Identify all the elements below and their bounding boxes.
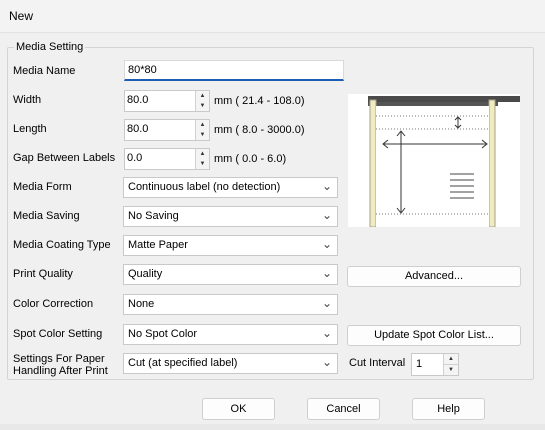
paper-handling-label: Settings For Paper Handling After Print [13, 353, 108, 377]
gap-range: mm ( 0.0 - 6.0) [214, 153, 287, 165]
media-form-label: Media Form [13, 181, 72, 193]
length-label: Length [13, 123, 47, 135]
media-name-label: Media Name [13, 65, 76, 77]
media-saving-label: Media Saving [13, 210, 80, 222]
chevron-down-icon: ⌄ [321, 355, 332, 369]
spot-color-select[interactable]: No Spot Color ⌄ [123, 324, 338, 345]
chevron-down-icon: ⌄ [321, 266, 332, 280]
spin-down-icon[interactable]: ▼ [196, 130, 209, 140]
chevron-down-icon: ⌄ [321, 326, 332, 340]
cut-interval-value: 1 [416, 358, 423, 370]
length-value: 80.0 [127, 123, 149, 135]
media-coating-select[interactable]: Matte Paper ⌄ [123, 235, 338, 256]
media-saving-value: No Saving [128, 210, 179, 222]
gap-value: 0.0 [127, 152, 143, 164]
media-form-value: Continuous label (no detection) [128, 181, 281, 193]
cancel-button[interactable]: Cancel [307, 398, 380, 420]
chevron-down-icon: ⌄ [321, 208, 332, 222]
paper-handling-select[interactable]: Cut (at specified label) ⌄ [123, 353, 338, 374]
chevron-down-icon: ⌄ [321, 237, 332, 251]
ok-button[interactable]: OK [202, 398, 275, 420]
gap-label: Gap Between Labels [13, 152, 116, 164]
update-spot-color-button[interactable]: Update Spot Color List... [347, 325, 521, 346]
footer-strip [0, 424, 545, 430]
advanced-button[interactable]: Advanced... [347, 266, 521, 287]
print-quality-value: Quality [128, 268, 163, 280]
paper-handling-label-line2: Handling After Print [13, 365, 108, 377]
print-quality-label: Print Quality [13, 268, 73, 280]
width-spinbox[interactable]: 80.0 ▲ ▼ [124, 90, 210, 112]
cut-interval-label: Cut Interval [349, 357, 406, 369]
spin-down-icon[interactable]: ▼ [196, 159, 209, 169]
spin-down-icon[interactable]: ▼ [196, 101, 209, 111]
width-range: mm ( 21.4 - 108.0) [214, 95, 305, 107]
chevron-down-icon: ⌄ [321, 296, 332, 310]
media-coating-label: Media Coating Type [13, 239, 111, 251]
spot-color-label: Spot Color Setting [13, 328, 103, 340]
title-bar: New [0, 0, 545, 33]
gap-spinbox[interactable]: 0.0 ▲ ▼ [124, 148, 210, 170]
spin-down-icon[interactable]: ▼ [444, 365, 458, 375]
media-name-input[interactable]: 80*80 [124, 60, 344, 81]
length-range: mm ( 8.0 - 3000.0) [214, 124, 305, 136]
spin-up-icon[interactable]: ▲ [444, 354, 458, 365]
media-preview-image [348, 94, 520, 228]
media-form-select[interactable]: Continuous label (no detection) ⌄ [123, 177, 338, 198]
color-correction-select[interactable]: None ⌄ [123, 294, 338, 315]
width-label: Width [13, 94, 42, 106]
help-button[interactable]: Help [412, 398, 485, 420]
cut-interval-spinbox[interactable]: 1 ▲ ▼ [411, 353, 459, 376]
length-spinbox[interactable]: 80.0 ▲ ▼ [124, 119, 210, 141]
group-label: Media Setting [14, 41, 86, 53]
print-quality-select[interactable]: Quality ⌄ [123, 264, 338, 285]
window-title: New [9, 9, 34, 23]
paper-handling-value: Cut (at specified label) [128, 357, 238, 369]
media-preview-illustration [348, 94, 520, 228]
paper-handling-label-line1: Settings For Paper [13, 353, 105, 365]
color-correction-label: Color Correction [13, 298, 94, 310]
width-value: 80.0 [127, 94, 149, 106]
chevron-down-icon: ⌄ [321, 179, 332, 193]
media-coating-value: Matte Paper [128, 239, 188, 251]
color-correction-value: None [128, 298, 155, 310]
media-saving-select[interactable]: No Saving ⌄ [123, 206, 338, 227]
spot-color-value: No Spot Color [128, 328, 198, 340]
